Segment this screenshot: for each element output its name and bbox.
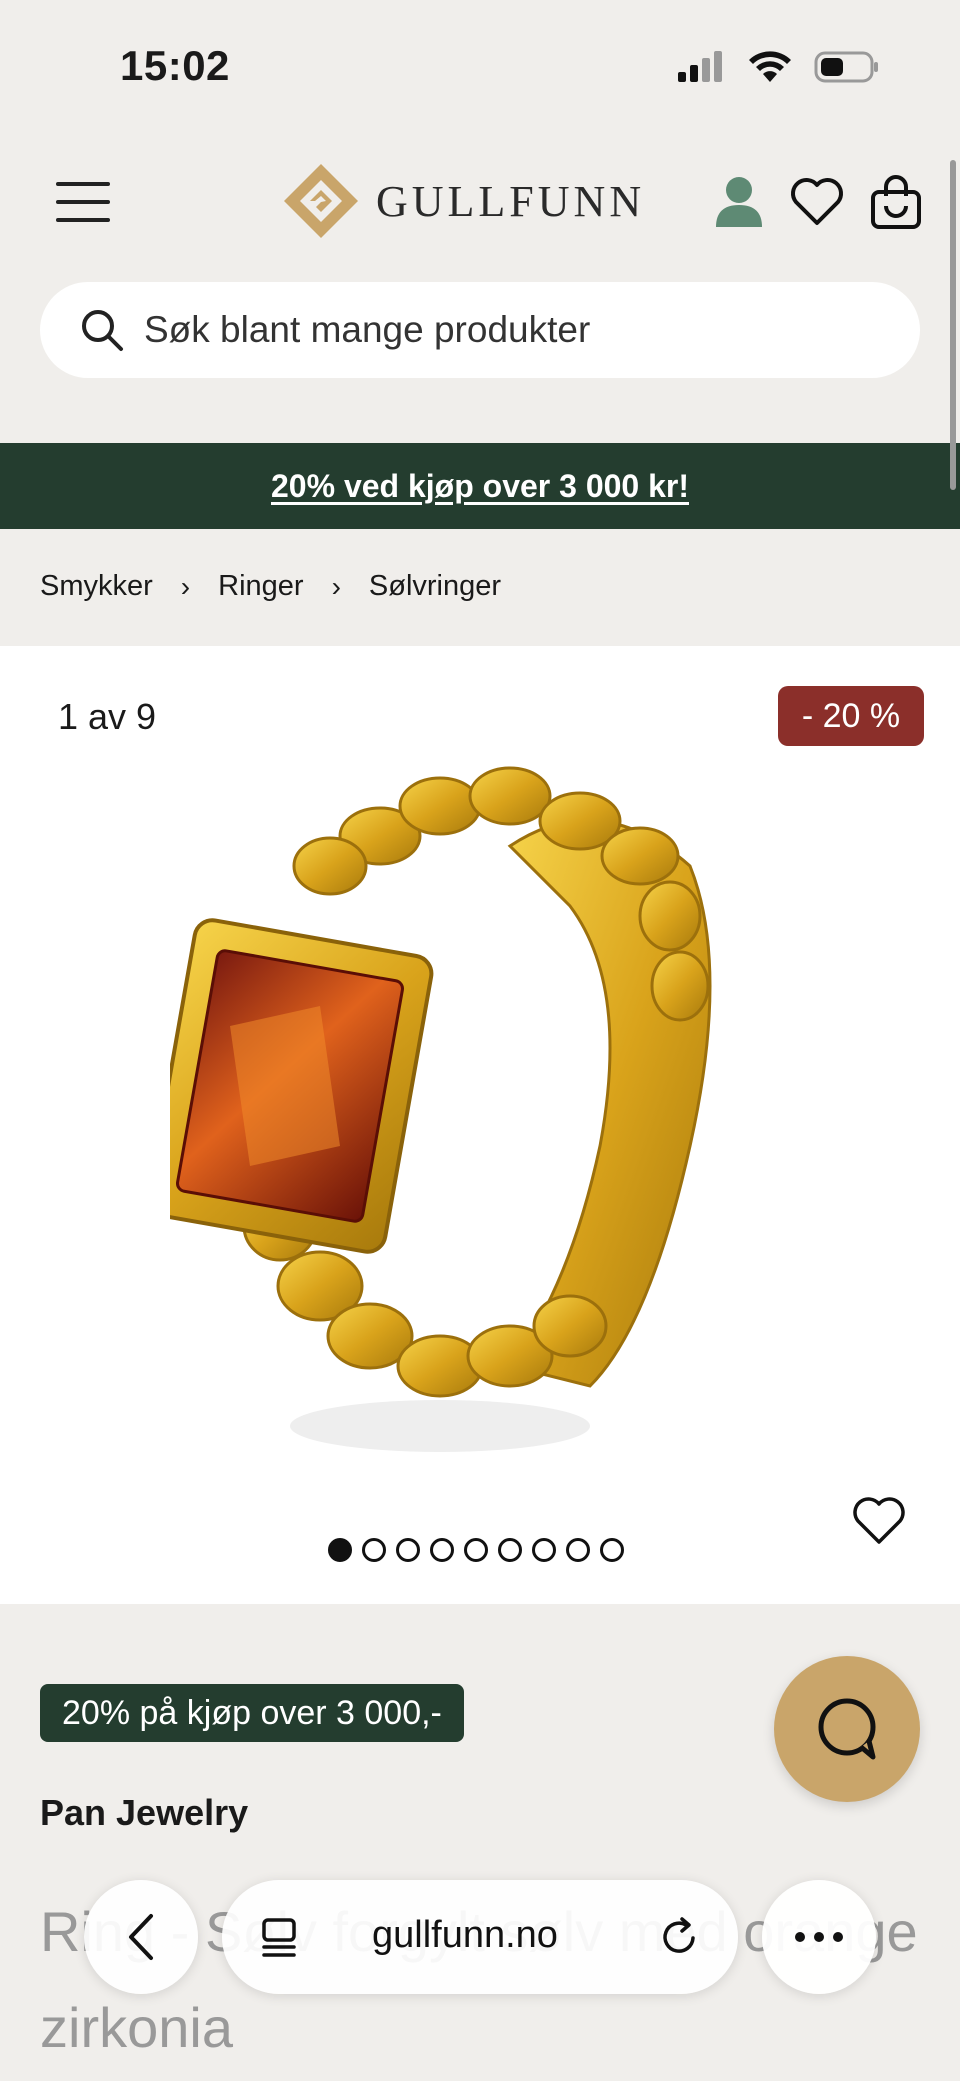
chevron-left-icon	[129, 1914, 153, 1960]
product-gallery[interactable]: 1 av 9 - 20 %	[0, 646, 960, 1604]
reload-icon[interactable]	[658, 1916, 700, 1958]
gallery-dot[interactable]	[600, 1538, 624, 1562]
status-icons	[676, 50, 880, 84]
more-button[interactable]	[762, 1880, 876, 1994]
header-icons	[714, 174, 922, 230]
more-dots-icon	[795, 1932, 843, 1942]
menu-button[interactable]	[56, 182, 110, 226]
gallery-dot[interactable]	[430, 1538, 454, 1562]
gallery-dot[interactable]	[362, 1538, 386, 1562]
favorite-heart-icon[interactable]	[852, 1496, 906, 1546]
wifi-icon	[749, 51, 791, 82]
promo-tag: 20% på kjøp over 3 000,-	[40, 1684, 464, 1742]
gallery-dot[interactable]	[566, 1538, 590, 1562]
site-header: GULLFUNN	[0, 140, 960, 270]
signal-icon	[678, 51, 722, 82]
url-text: gullfunn.no	[372, 1914, 558, 1956]
breadcrumb-item[interactable]: Sølvringer	[369, 570, 501, 603]
wishlist-heart-icon[interactable]	[790, 177, 844, 227]
tabs-icon[interactable]	[258, 1916, 300, 1958]
search-bar[interactable]: Søk blant mange produkter	[40, 282, 920, 378]
logo-icon	[284, 164, 358, 238]
menu-icon-line	[56, 182, 110, 186]
site-logo[interactable]: GULLFUNN	[282, 162, 645, 240]
gallery-dot[interactable]	[532, 1538, 556, 1562]
gallery-dot[interactable]	[396, 1538, 420, 1562]
product-image[interactable]	[170, 726, 750, 1486]
gallery-dot[interactable]	[464, 1538, 488, 1562]
logo-text: GULLFUNN	[376, 176, 646, 226]
chevron-right-icon: ›	[331, 570, 341, 602]
chevron-right-icon: ›	[180, 570, 191, 602]
account-icon[interactable]	[714, 175, 764, 229]
scrollbar[interactable]	[950, 160, 956, 490]
gallery-counter: 1 av 9	[58, 696, 157, 737]
breadcrumb: Smykker › Ringer › Sølvringer	[40, 570, 501, 603]
promo-link[interactable]: 20% ved kjøp over 3 000 kr!	[271, 468, 689, 505]
url-bar[interactable]: gullfunn.no	[222, 1880, 738, 1994]
search-icon	[82, 310, 123, 351]
search-input[interactable]: Søk blant mange produkter	[144, 309, 590, 351]
breadcrumb-item[interactable]: Ringer	[218, 570, 303, 603]
menu-icon-line	[56, 200, 110, 204]
menu-icon-line	[56, 218, 110, 222]
gallery-dot[interactable]	[498, 1538, 522, 1562]
chat-bubble-icon	[818, 1698, 876, 1760]
breadcrumb-item[interactable]: Smykker	[40, 570, 153, 603]
battery-icon	[814, 51, 878, 83]
brand-name[interactable]: Pan Jewelry	[40, 1792, 248, 1834]
status-bar: 15:02	[0, 0, 960, 140]
gallery-dots	[328, 1538, 624, 1562]
chat-button[interactable]	[774, 1656, 920, 1802]
browser-toolbar: gullfunn.no	[0, 1880, 960, 2000]
discount-badge: - 20 %	[778, 686, 924, 746]
back-button[interactable]	[84, 1880, 198, 1994]
gallery-dot[interactable]	[328, 1538, 352, 1562]
promo-banner: 20% ved kjøp over 3 000 kr!	[0, 443, 960, 529]
cart-bag-icon[interactable]	[870, 174, 922, 230]
status-time: 15:02	[120, 42, 230, 89]
